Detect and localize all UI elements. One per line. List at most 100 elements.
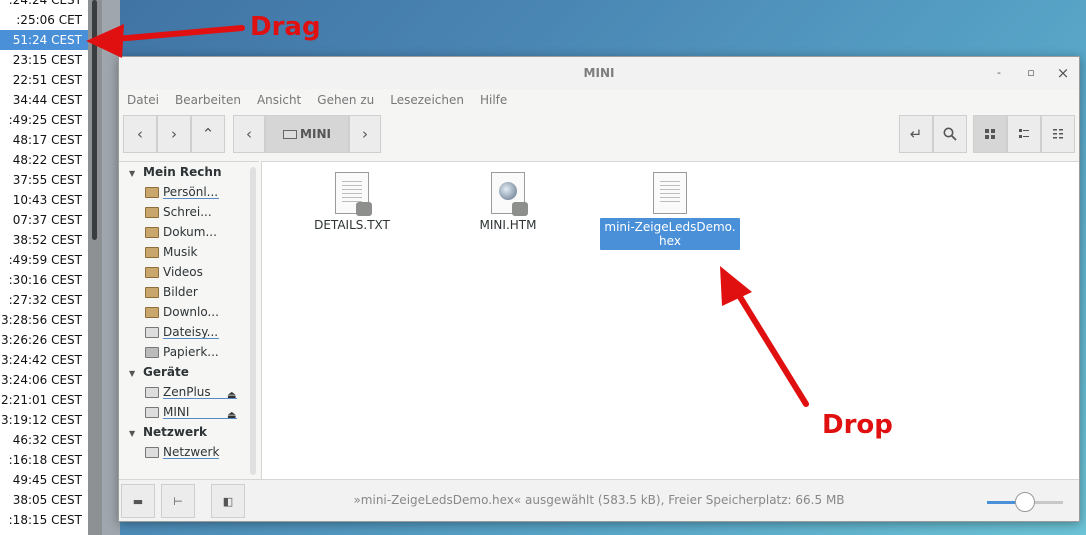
sidebar-item[interactable]: Musik: [119, 242, 259, 262]
search-icon: [943, 127, 957, 141]
title-bar[interactable]: MINI - ▫ ×: [119, 57, 1079, 89]
list-item[interactable]: :49:25 CEST: [0, 110, 88, 130]
list-item[interactable]: 10:43 CEST: [0, 190, 88, 210]
list-item[interactable]: 3:24:06 CEST: [0, 370, 88, 390]
videos-folder-icon: [145, 267, 159, 278]
list-view-button[interactable]: [1007, 115, 1041, 153]
sidebar-section-header[interactable]: ▼ Netzwerk: [119, 422, 259, 442]
list-item[interactable]: 3:26:26 CEST: [0, 330, 88, 350]
list-item[interactable]: 3:24:42 CEST: [0, 350, 88, 370]
close-button[interactable]: ×: [1055, 65, 1071, 81]
drag-arrow: [101, 25, 245, 43]
zoom-slider-knob[interactable]: [1015, 492, 1035, 512]
expander-icon[interactable]: ▼: [129, 424, 143, 444]
list-item[interactable]: :24:24 CEST: [0, 0, 88, 10]
sidebar-scrollbar[interactable]: [250, 167, 256, 475]
list-item[interactable]: 22:51 CEST: [0, 70, 88, 90]
menu-item[interactable]: Bearbeiten: [175, 89, 241, 111]
list-item[interactable]: 38:05 CEST: [0, 490, 88, 510]
compact-view-button[interactable]: [1041, 115, 1075, 153]
sidebar-item[interactable]: Papierk...: [119, 342, 259, 362]
text-file-icon: [335, 172, 372, 216]
list-item[interactable]: 3:28:56 CEST: [0, 310, 88, 330]
sidebar-item[interactable]: Schrei...: [119, 202, 259, 222]
sidebar-item[interactable]: Persönl...: [119, 182, 259, 202]
sidebar-item[interactable]: ZenPlus ⏏: [119, 382, 259, 402]
home-folder-icon: [145, 187, 159, 198]
list-item[interactable]: :49:59 CEST: [0, 250, 88, 270]
menu-item[interactable]: Ansicht: [257, 89, 301, 111]
sidebar-item[interactable]: Netzwerk: [119, 442, 259, 462]
eject-icon[interactable]: ⏏: [227, 406, 236, 426]
list-item[interactable]: 48:17 CEST: [0, 130, 88, 150]
list-item[interactable]: 2:21:01 CEST: [0, 390, 88, 410]
sidebar-item[interactable]: Bilder: [119, 282, 259, 302]
path-forward-button[interactable]: ›: [349, 115, 381, 153]
menu-item[interactable]: Hilfe: [480, 89, 507, 111]
list-item[interactable]: 37:55 CEST: [0, 170, 88, 190]
list-item[interactable]: 23:15 CEST: [0, 50, 88, 70]
sidebar-item-label: Persönl...: [163, 185, 219, 199]
list-item[interactable]: 07:37 CEST: [0, 210, 88, 230]
desktop-folder-icon: [145, 207, 159, 218]
list-scrollbar[interactable]: [88, 0, 102, 535]
sidebar-item-label: Videos: [163, 265, 203, 279]
sidebar-item[interactable]: Dokum...: [119, 222, 259, 242]
list-item[interactable]: 49:45 CEST: [0, 470, 88, 490]
list-item[interactable]: 38:52 CEST: [0, 230, 88, 250]
minimize-button[interactable]: -: [991, 65, 1007, 81]
list-item[interactable]: :27:32 CEST: [0, 290, 88, 310]
path-segment-mini[interactable]: MINI: [265, 115, 349, 153]
list-item[interactable]: :16:18 CEST: [0, 450, 88, 470]
lock-icon: [356, 202, 372, 216]
file-name: mini-ZeigeLedsDemo.hex: [600, 218, 740, 250]
sidebar-section-header[interactable]: ▼ Geräte: [119, 362, 259, 382]
file-item[interactable]: MINI.HTM: [458, 172, 558, 232]
sidebar-item-label: Netzwerk: [163, 445, 220, 459]
sidebar-item[interactable]: MINI ⏏: [119, 402, 259, 422]
list-item[interactable]: :30:16 CEST: [0, 270, 88, 290]
maximize-button[interactable]: ▫: [1023, 65, 1039, 81]
up-button[interactable]: ⌃: [191, 115, 225, 153]
scrollbar-thumb[interactable]: [92, 0, 97, 240]
path-back-button[interactable]: ‹: [233, 115, 265, 153]
menu-item[interactable]: Gehen zu: [317, 89, 374, 111]
file-item[interactable]: DETAILS.TXT: [302, 172, 402, 232]
globe-icon: [499, 182, 517, 200]
expander-icon[interactable]: ▼: [129, 364, 143, 384]
file-name: MINI.HTM: [479, 218, 537, 232]
sidebar-section-title: Mein Rechn: [143, 165, 222, 179]
search-button[interactable]: [933, 115, 967, 153]
usage-bar: [163, 418, 237, 419]
back-button[interactable]: ‹: [123, 115, 157, 153]
file-item-selected[interactable]: mini-ZeigeLedsDemo.hex: [600, 172, 740, 250]
list-item[interactable]: 46:32 CEST: [0, 430, 88, 450]
list-item[interactable]: 51:24 CEST: [0, 30, 88, 50]
list-icon: [1019, 129, 1029, 138]
icon-view-button[interactable]: [973, 115, 1007, 153]
compact-list-icon: [1053, 129, 1063, 139]
sidebar-item[interactable]: Downlo...: [119, 302, 259, 322]
sidebar-item[interactable]: Videos: [119, 262, 259, 282]
list-item[interactable]: :18:15 CEST: [0, 510, 88, 530]
list-item[interactable]: 34:44 CEST: [0, 90, 88, 110]
expander-icon[interactable]: ▼: [129, 164, 143, 184]
network-icon: [145, 447, 159, 458]
location-toggle-button[interactable]: ↵: [899, 115, 933, 153]
list-item[interactable]: 48:22 CEST: [0, 150, 88, 170]
status-bar: ▬ ⊢ ◧ »mini-ZeigeLedsDemo.hex« ausgewähl…: [119, 479, 1079, 521]
sidebar-item-label: MINI: [163, 405, 190, 419]
list-item[interactable]: 3:19:12 CEST: [0, 410, 88, 430]
pictures-folder-icon: [145, 287, 159, 298]
forward-button[interactable]: ›: [157, 115, 191, 153]
menu-item[interactable]: Lesezeichen: [390, 89, 464, 111]
usage-bar: [163, 458, 219, 459]
sidebar-section-header[interactable]: ▼ Mein Rechn: [119, 162, 259, 182]
list-item[interactable]: :25:06 CET: [0, 10, 88, 30]
sidebar-item-label: Papierk...: [163, 345, 219, 359]
drive-icon: [283, 129, 298, 139]
sidebar-item[interactable]: Dateisy...: [119, 322, 259, 342]
text-file-icon: [653, 172, 687, 214]
menu-item[interactable]: Datei: [127, 89, 159, 111]
sidebar-item-label: Schrei...: [163, 205, 212, 219]
